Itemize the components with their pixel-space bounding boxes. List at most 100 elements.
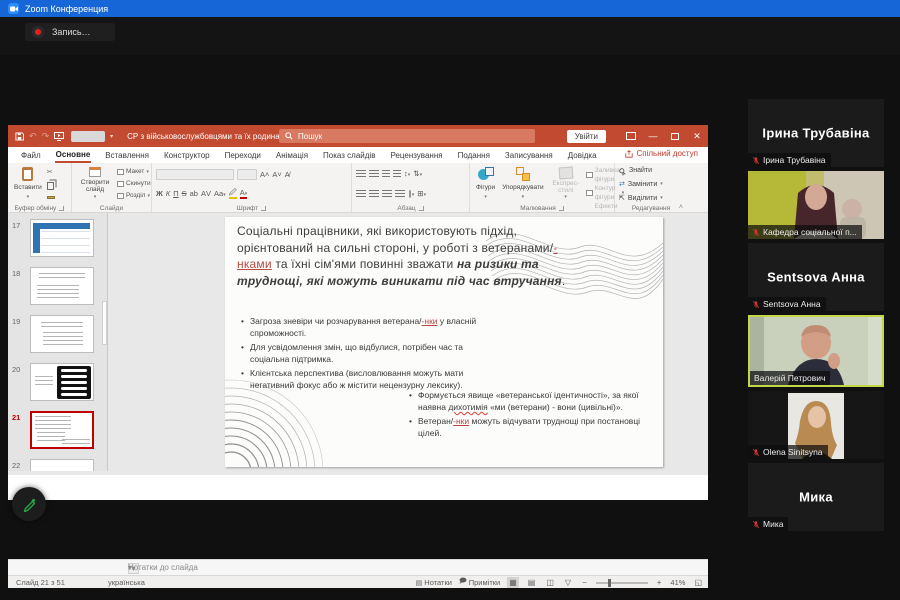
font-name-combobox[interactable] bbox=[156, 169, 234, 180]
format-painter-icon[interactable] bbox=[47, 196, 55, 199]
change-case-button[interactable]: Аа▾ bbox=[214, 190, 226, 198]
tab-help[interactable]: Довідка bbox=[567, 149, 598, 162]
increase-indent-button[interactable] bbox=[393, 170, 401, 178]
slide-thumbnail-20[interactable] bbox=[30, 363, 94, 401]
justify-button[interactable] bbox=[395, 190, 405, 198]
zoom-in-button[interactable]: + bbox=[655, 577, 664, 588]
current-slide[interactable]: Соціальні працівники, які використовують… bbox=[225, 217, 663, 467]
tab-slideshow[interactable]: Показ слайдів bbox=[322, 149, 376, 162]
minimize-button[interactable]: — bbox=[642, 125, 664, 147]
italic-button[interactable]: К bbox=[166, 190, 170, 198]
bold-button[interactable]: Ж bbox=[156, 190, 163, 198]
find-button[interactable]: Знайти bbox=[619, 166, 684, 177]
drawing-dialog-launcher[interactable] bbox=[559, 206, 564, 211]
font-dialog-launcher[interactable] bbox=[261, 206, 266, 211]
select-button[interactable]: ⇱ Виділити▾ bbox=[619, 194, 684, 205]
smartart-convert-button[interactable]: ⊞▾ bbox=[417, 190, 426, 198]
reading-view-button[interactable]: ◫ bbox=[544, 577, 556, 588]
participant-tile-olena[interactable]: Olena Sinitsyna bbox=[748, 391, 884, 459]
tab-view[interactable]: Подання bbox=[457, 149, 491, 162]
thumbnail-scrollbar[interactable] bbox=[102, 301, 107, 345]
ribbon-display-options-button[interactable] bbox=[620, 125, 642, 147]
save-icon[interactable] bbox=[15, 132, 24, 141]
tab-animations[interactable]: Анімація bbox=[275, 149, 309, 162]
reset-button[interactable]: Скинути bbox=[117, 179, 151, 188]
new-slide-button[interactable]: Створити слайд▾ bbox=[76, 166, 114, 202]
highlight-color-button[interactable]: 🖉 bbox=[229, 189, 237, 199]
character-spacing-button[interactable]: АV bbox=[201, 190, 211, 198]
align-left-button[interactable] bbox=[356, 190, 366, 198]
layout-button[interactable]: Макет▾ bbox=[117, 167, 151, 176]
quick-styles-button[interactable]: Експрес-стилі▾ bbox=[549, 166, 583, 202]
autosave-toggle[interactable] bbox=[71, 131, 105, 142]
bullet-item: Ветеран/-нки можуть відчувати труднощі п… bbox=[409, 415, 651, 439]
replace-button[interactable]: ⇄ Замінити▾ bbox=[619, 180, 684, 191]
share-button[interactable]: Спільний доступ bbox=[625, 149, 698, 158]
recording-indicator[interactable]: Запись… bbox=[25, 23, 115, 41]
shapes-button[interactable]: Фігури▾ bbox=[474, 166, 497, 202]
clear-formatting-button[interactable]: А̸ bbox=[285, 171, 290, 179]
language-indicator[interactable]: українська bbox=[108, 578, 145, 587]
numbering-button[interactable] bbox=[369, 170, 379, 178]
undo-icon[interactable]: ↶ bbox=[29, 132, 37, 141]
paste-button[interactable]: Вставити▾ bbox=[12, 166, 44, 202]
underline-button[interactable]: П bbox=[173, 190, 178, 198]
notes-toggle[interactable]: ▤Нотатки bbox=[416, 578, 452, 587]
tab-transitions[interactable]: Переходи bbox=[224, 149, 262, 162]
slideshow-view-button[interactable]: ▽ bbox=[563, 577, 573, 588]
tab-insert[interactable]: Вставлення bbox=[104, 149, 150, 162]
clipboard-dialog-launcher[interactable] bbox=[59, 206, 64, 211]
participant-tile-kafedra[interactable]: Кафедра соціальної п... bbox=[748, 171, 884, 239]
zoom-slider[interactable] bbox=[596, 582, 648, 584]
tab-design[interactable]: Конструктор bbox=[163, 149, 211, 162]
line-spacing-button[interactable]: ↕▾ bbox=[404, 170, 410, 178]
redo-icon[interactable]: ↷ bbox=[42, 132, 50, 141]
qat-dropdown-icon[interactable]: ▾ bbox=[110, 133, 113, 140]
comments-toggle[interactable]: 🗩Примітки bbox=[459, 577, 500, 588]
tab-recording[interactable]: Записування bbox=[504, 149, 554, 162]
notes-pane[interactable]: ▾ Нотатки до слайда ▾ bbox=[8, 559, 708, 575]
arrange-button[interactable]: Упорядкувати▾ bbox=[500, 166, 545, 202]
slide-thumbnail-18[interactable] bbox=[30, 267, 94, 305]
participant-tile-sentsova[interactable]: Sentsova Анна Sentsova Анна bbox=[748, 243, 884, 311]
tab-home[interactable]: Основне bbox=[55, 148, 92, 163]
strikethrough-button[interactable]: S bbox=[182, 190, 187, 198]
signin-button[interactable]: Увійти bbox=[567, 130, 606, 143]
decrease-indent-button[interactable] bbox=[382, 170, 390, 178]
text-direction-button[interactable]: ⇅▾ bbox=[413, 170, 422, 178]
grow-font-button[interactable]: А˄ bbox=[260, 171, 269, 179]
align-right-button[interactable] bbox=[382, 190, 392, 198]
participant-tile-iryna[interactable]: Ірина Трубавіна Ірина Трубавіна bbox=[748, 99, 884, 167]
paragraph-dialog-launcher[interactable] bbox=[419, 206, 424, 211]
next-slide-arrow-icon[interactable]: ▾ bbox=[128, 563, 706, 572]
slideshow-icon[interactable] bbox=[54, 132, 64, 141]
normal-view-button[interactable]: ▦ bbox=[507, 577, 519, 588]
close-button[interactable]: ✕ bbox=[686, 125, 708, 147]
font-size-combobox[interactable] bbox=[237, 169, 257, 180]
search-input[interactable]: Пошук bbox=[279, 129, 535, 143]
slide-thumbnail-22[interactable] bbox=[30, 459, 94, 471]
cut-icon[interactable]: ✂ bbox=[47, 169, 55, 176]
copy-icon[interactable] bbox=[47, 182, 54, 190]
slide-thumbnail-21[interactable] bbox=[30, 411, 94, 449]
bullet-item: Для усвідомлення змін, що відбулися, пот… bbox=[241, 341, 493, 365]
slide-sorter-view-button[interactable]: ▤ bbox=[526, 577, 538, 588]
columns-button[interactable]: ∥▾ bbox=[408, 190, 414, 198]
shrink-font-button[interactable]: А˅ bbox=[272, 171, 281, 179]
bullets-button[interactable] bbox=[356, 170, 366, 178]
text-shadow-button[interactable]: ab bbox=[190, 190, 198, 198]
maximize-button[interactable] bbox=[664, 125, 686, 147]
annotation-pencil-button[interactable] bbox=[12, 487, 46, 521]
font-color-button[interactable]: А▾ bbox=[240, 189, 248, 199]
slide-thumbnail-19[interactable] bbox=[30, 315, 94, 353]
section-button[interactable]: Розділ▾ bbox=[117, 191, 151, 200]
slide-thumbnail-17[interactable] bbox=[30, 219, 94, 257]
fit-to-window-button[interactable]: ◱ bbox=[692, 577, 704, 588]
align-center-button[interactable] bbox=[369, 190, 379, 198]
participant-tile-myka[interactable]: Мика Мика bbox=[748, 463, 884, 531]
participant-tile-valerii-active-speaker[interactable]: Валерій Петрович bbox=[748, 315, 884, 387]
tab-review[interactable]: Рецензування bbox=[389, 149, 443, 162]
collapse-ribbon-icon[interactable]: ˄ bbox=[679, 204, 683, 211]
tab-file[interactable]: Файл bbox=[20, 149, 42, 162]
zoom-out-button[interactable]: − bbox=[580, 577, 589, 588]
